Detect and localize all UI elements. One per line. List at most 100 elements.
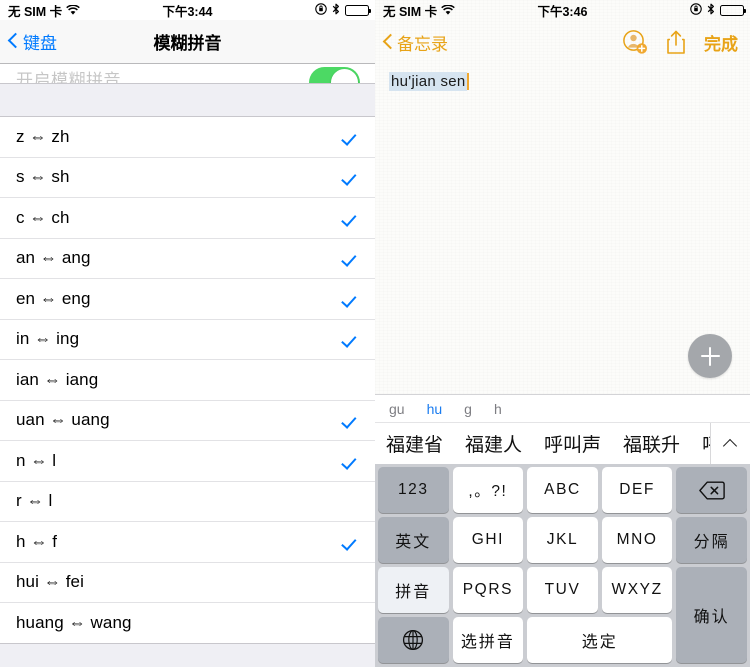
settings-group-gap — [0, 84, 375, 117]
fuzzy-pinyin-row[interactable]: in ⇔ ing — [0, 319, 375, 360]
key-select-pinyin[interactable]: 选拼音 — [452, 617, 524, 663]
candidate-item[interactable]: 福联升 — [612, 423, 691, 464]
key-select[interactable]: 选定 — [527, 617, 673, 663]
fuzzy-pinyin-row[interactable]: n ⇔ l — [0, 441, 375, 482]
note-text-area[interactable]: hu'jian sen — [375, 64, 750, 394]
key-def-label: DEF — [619, 481, 655, 498]
key-pinyin-label: 拼音 — [395, 584, 432, 601]
checkmark-icon — [344, 290, 361, 307]
fuzzy-pinyin-row[interactable]: en ⇔ eng — [0, 279, 375, 320]
pinyin-segment-bar: gu hu g h — [375, 394, 750, 422]
key-abc[interactable]: ABC — [527, 467, 598, 513]
backspace-icon — [698, 481, 725, 500]
notes-navbar: 备忘录 完成 — [375, 20, 750, 64]
fuzzy-pinyin-row-label: z ⇔ zh — [16, 126, 70, 146]
keyboard: 123 ,。?! ABC DEF 英文 GHI JKL MNO 分隔拼音 PQRS TUV WXYZ 确… — [375, 464, 750, 667]
key-tuv-label: TUV — [544, 581, 581, 598]
carrier-label-right: 无 SIM 卡 — [383, 4, 438, 19]
fuzzy-pinyin-row-label: s ⇔ sh — [16, 167, 70, 187]
key-wxyz[interactable]: WXYZ — [601, 567, 673, 613]
key-separator-label: 分隔 — [693, 534, 730, 551]
done-button[interactable]: 完成 — [704, 30, 738, 55]
fuzzy-pinyin-toggle-row[interactable]: 开启模糊拼音 — [0, 64, 375, 84]
key-globe[interactable] — [378, 617, 449, 663]
candidate-item[interactable]: 呼叫声 — [533, 423, 612, 464]
status-left-group: 无 SIM 卡 — [8, 1, 80, 20]
key-english[interactable]: 英文 — [378, 517, 449, 563]
fuzzy-pinyin-row[interactable]: uan ⇔ uang — [0, 400, 375, 441]
share-icon[interactable] — [666, 30, 686, 55]
fuzzy-pinyin-row-label: uan ⇔ uang — [16, 410, 110, 430]
fuzzy-pinyin-row[interactable]: huang ⇔ wang — [0, 603, 375, 644]
add-attachment-button[interactable] — [688, 334, 732, 378]
fuzzy-pinyin-row[interactable]: hui ⇔ fei — [0, 562, 375, 603]
key-jkl[interactable]: JKL — [527, 517, 598, 563]
checkmark-icon — [344, 209, 361, 226]
key-ghi[interactable]: GHI — [452, 517, 524, 563]
candidate-expand-button[interactable] — [710, 423, 750, 464]
fuzzy-pinyin-row[interactable]: an ⇔ ang — [0, 238, 375, 279]
carrier-label: 无 SIM 卡 — [8, 4, 63, 19]
notes-navbar-actions: 完成 — [622, 29, 738, 55]
checkmark-icon-hidden — [344, 371, 361, 388]
back-button-label-notes: 备忘录 — [397, 34, 448, 54]
pinyin-segment[interactable]: g — [464, 401, 472, 417]
bluetooth-icon — [707, 3, 715, 18]
fuzzy-pinyin-row-label: hui ⇔ fei — [16, 572, 84, 592]
candidate-item[interactable]: 福建人 — [454, 423, 533, 464]
checkmark-icon — [344, 169, 361, 186]
fuzzy-pinyin-row-label: en ⇔ eng — [16, 288, 91, 308]
checkmark-icon — [344, 412, 361, 429]
key-confirm[interactable]: 确认 — [676, 567, 747, 663]
fuzzy-pinyin-row[interactable]: r ⇔ l — [0, 481, 375, 522]
notes-pane: 无 SIM 卡 下午3:46 备忘录 完成 hu'jian sen gu hu … — [375, 0, 750, 667]
fuzzy-pinyin-row[interactable]: h ⇔ f — [0, 522, 375, 563]
composing-text[interactable]: hu'jian sen — [389, 72, 467, 91]
status-left-group-right: 无 SIM 卡 — [383, 1, 455, 20]
checkmark-icon-hidden — [344, 574, 361, 591]
key-def[interactable]: DEF — [601, 467, 673, 513]
fuzzy-pinyin-list: z ⇔ zh s ⇔ sh c ⇔ ch an ⇔ ang en ⇔ eng in ⇔ i… — [0, 117, 375, 644]
toggle-knob — [331, 69, 358, 83]
key-abc-label: ABC — [544, 481, 581, 498]
pinyin-segment[interactable]: h — [494, 401, 502, 417]
key-123-label: 123 — [397, 481, 429, 498]
fuzzy-pinyin-toggle-switch[interactable] — [309, 67, 360, 83]
checkmark-icon-hidden — [344, 493, 361, 510]
fuzzy-pinyin-row-label: c ⇔ ch — [16, 207, 70, 227]
key-123[interactable]: 123 — [378, 467, 449, 513]
wifi-icon — [66, 3, 80, 16]
battery-icon — [720, 4, 746, 16]
back-button-keyboard[interactable]: 键盘 — [0, 29, 57, 54]
add-person-icon[interactable] — [622, 29, 648, 55]
candidate-item[interactable]: 福建省 — [375, 423, 454, 464]
back-button-notes[interactable]: 备忘录 — [383, 30, 448, 55]
checkmark-icon — [344, 533, 361, 550]
pinyin-segment[interactable]: gu — [389, 401, 405, 417]
candidate-item[interactable]: 呼叫 — [691, 423, 710, 464]
status-bar-left: 无 SIM 卡 下午3:44 — [0, 0, 375, 20]
fuzzy-pinyin-row[interactable]: ian ⇔ iang — [0, 360, 375, 401]
key-tuv[interactable]: TUV — [527, 567, 598, 613]
text-caret — [466, 73, 469, 90]
key-mno[interactable]: MNO — [601, 517, 673, 563]
fuzzy-pinyin-row[interactable]: c ⇔ ch — [0, 198, 375, 239]
key-confirm-label: 确认 — [693, 609, 730, 626]
checkmark-icon — [344, 128, 361, 145]
fuzzy-pinyin-row[interactable]: z ⇔ zh — [0, 117, 375, 158]
status-right-group — [315, 2, 371, 18]
composing-line: hu'jian sen — [389, 72, 469, 91]
settings-list-scroll[interactable]: 开启模糊拼音 z ⇔ zh s ⇔ sh c ⇔ ch an ⇔ ang en ⇔ en… — [0, 64, 375, 667]
bluetooth-icon — [332, 3, 340, 18]
key-pqrs[interactable]: PQRS — [452, 567, 524, 613]
key-punctuation[interactable]: ,。?! — [452, 467, 524, 513]
key-pinyin[interactable]: 拼音 — [378, 567, 449, 613]
settings-pane: 无 SIM 卡 下午3:44 键盘 模糊拼音 开启模糊拼音 z ⇔ zh s ⇔… — [0, 0, 375, 667]
fuzzy-pinyin-row[interactable]: s ⇔ sh — [0, 157, 375, 198]
key-backspace[interactable] — [676, 467, 747, 513]
candidate-bar: 福建省福建人呼叫声福联升呼叫 — [375, 422, 750, 464]
key-separator[interactable]: 分隔 — [676, 517, 747, 563]
battery-icon — [345, 4, 371, 16]
pinyin-segment[interactable]: hu — [427, 401, 443, 417]
settings-navbar: 键盘 模糊拼音 — [0, 20, 375, 64]
